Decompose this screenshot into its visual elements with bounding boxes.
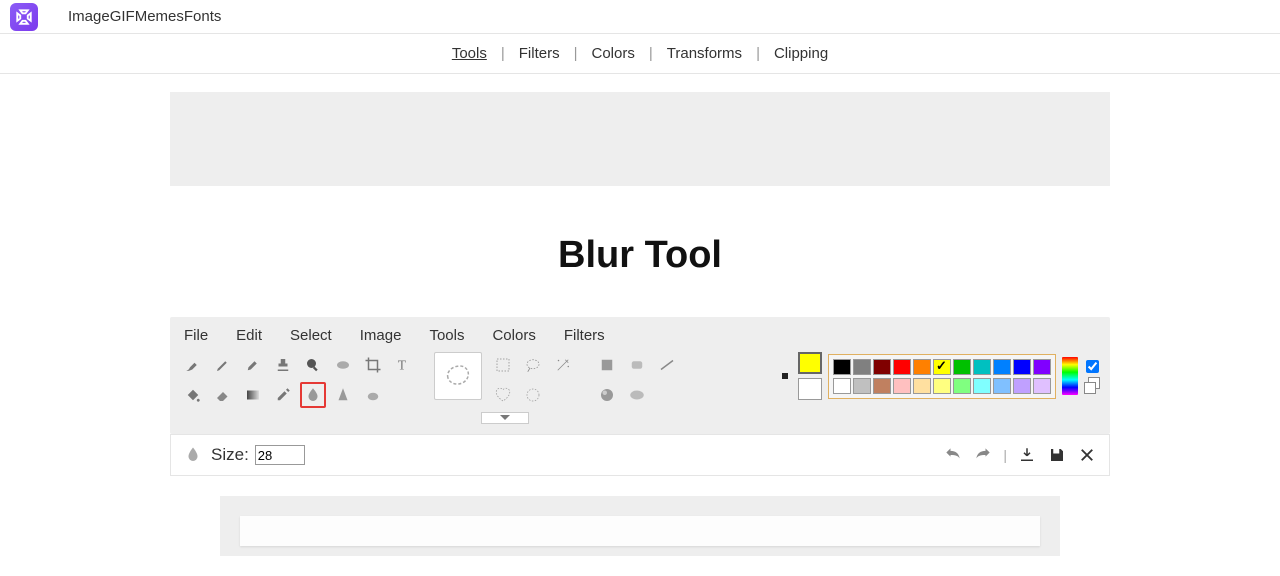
circle-select-icon[interactable] (520, 382, 546, 408)
palette-swatch[interactable] (1013, 359, 1031, 375)
palette-swatch[interactable] (893, 359, 911, 375)
download-icon[interactable] (1017, 445, 1037, 465)
nav-tools[interactable]: Tools (452, 45, 487, 62)
square-shape-icon[interactable] (594, 352, 620, 378)
site-logo[interactable] (10, 3, 38, 31)
background-swatch[interactable] (798, 378, 822, 400)
selection-dropdown-icon[interactable] (481, 412, 529, 424)
palette-swatch[interactable] (953, 378, 971, 394)
palette-swatch[interactable] (873, 359, 891, 375)
save-icon[interactable] (1047, 445, 1067, 465)
pan-tool-icon[interactable] (330, 352, 356, 378)
palette-swatch[interactable] (993, 359, 1011, 375)
palette-swatch[interactable] (893, 378, 911, 394)
menu-colors[interactable]: Colors (492, 327, 535, 344)
menu-filters[interactable]: Filters (564, 327, 605, 344)
color-picker-area (782, 352, 1100, 400)
wand-select-icon[interactable] (550, 352, 576, 378)
text-tool-icon[interactable]: T (390, 352, 416, 378)
rect-select-icon[interactable] (490, 352, 516, 378)
brush-tool-icon[interactable] (180, 352, 206, 378)
main-nav: Tools | Filters | Colors | Transforms | … (0, 34, 1280, 74)
palette-swatch[interactable] (933, 378, 951, 394)
menu-file[interactable]: File (184, 327, 208, 344)
rounded-shape-icon[interactable] (624, 352, 650, 378)
empty-select (550, 382, 576, 408)
picker-tool-icon[interactable] (270, 382, 296, 408)
svg-text:T: T (398, 358, 407, 373)
sphere-shape-icon[interactable] (594, 382, 620, 408)
palette-swatch[interactable] (973, 359, 991, 375)
palette-swatch[interactable] (1033, 359, 1051, 375)
palette-swatch[interactable] (913, 359, 931, 375)
nav-colors[interactable]: Colors (592, 45, 635, 62)
blur-option-icon (183, 443, 203, 467)
selection-tools (434, 352, 576, 424)
shape-tools (594, 352, 680, 408)
tab-gif[interactable]: GIF (110, 8, 135, 25)
size-input[interactable] (255, 445, 305, 465)
tab-image[interactable]: Image (68, 8, 110, 25)
color-checkbox[interactable] (1086, 360, 1099, 373)
zoom-tool-icon[interactable] (300, 352, 326, 378)
redo-icon[interactable] (973, 445, 993, 465)
palette-swatch[interactable] (913, 378, 931, 394)
palette-swatch[interactable] (1013, 378, 1031, 394)
canvas-paper[interactable] (240, 516, 1040, 546)
rainbow-picker-icon[interactable] (1062, 357, 1078, 395)
nav-clipping[interactable]: Clipping (774, 45, 828, 62)
page-title: Blur Tool (0, 234, 1280, 277)
palette-swatch[interactable] (853, 378, 871, 394)
eraser-tool-icon[interactable] (210, 382, 236, 408)
palette-swatch[interactable] (933, 359, 951, 375)
palette-swatch[interactable] (993, 378, 1011, 394)
palette-swatch[interactable] (973, 378, 991, 394)
lasso-preview[interactable] (434, 352, 482, 400)
palette-swatch[interactable] (833, 378, 851, 394)
palette-swatch[interactable] (953, 359, 971, 375)
palette-swatch[interactable] (1033, 378, 1051, 394)
smudge-tool-icon[interactable] (360, 382, 386, 408)
draw-tools: T (180, 352, 416, 408)
menu-edit[interactable]: Edit (236, 327, 262, 344)
menu-select[interactable]: Select (290, 327, 332, 344)
tool-options-bar: Size: | (170, 434, 1110, 476)
top-tabs: Image GIF Memes Fonts (68, 8, 221, 25)
fill-tool-icon[interactable] (180, 382, 206, 408)
marker-tool-icon[interactable] (240, 352, 266, 378)
menu-tools[interactable]: Tools (429, 327, 464, 344)
menu-image[interactable]: Image (360, 327, 402, 344)
heart-select-icon[interactable] (490, 382, 516, 408)
sharpen-tool-icon[interactable] (330, 382, 356, 408)
palette-swatch[interactable] (833, 359, 851, 375)
stamp-tool-icon[interactable] (270, 352, 296, 378)
canvas-area (220, 496, 1060, 556)
tiny-swatch-icon (782, 373, 788, 379)
crop-tool-icon[interactable] (360, 352, 386, 378)
tab-fonts[interactable]: Fonts (184, 8, 222, 25)
blur-tool-icon[interactable] (300, 382, 326, 408)
nav-filters[interactable]: Filters (519, 45, 560, 62)
tab-memes[interactable]: Memes (135, 8, 184, 25)
palette-swatch[interactable] (873, 378, 891, 394)
ad-banner (170, 92, 1110, 186)
size-label: Size: (211, 445, 249, 465)
color-palette (828, 354, 1056, 399)
undo-icon[interactable] (943, 445, 963, 465)
palette-swatch[interactable] (853, 359, 871, 375)
nav-transforms[interactable]: Transforms (667, 45, 742, 62)
editor-menubar: File Edit Select Image Tools Colors Filt… (170, 317, 1110, 352)
lasso-select-icon[interactable] (520, 352, 546, 378)
line-shape-icon[interactable] (654, 352, 680, 378)
gradient-tool-icon[interactable] (240, 382, 266, 408)
swap-swatches-icon[interactable] (1084, 377, 1100, 393)
close-icon[interactable] (1077, 445, 1097, 465)
pencil-tool-icon[interactable] (210, 352, 236, 378)
editor-panel: File Edit Select Image Tools Colors Filt… (170, 317, 1110, 434)
foreground-swatch[interactable] (798, 352, 822, 374)
ellipse-shape-icon[interactable] (624, 382, 650, 408)
